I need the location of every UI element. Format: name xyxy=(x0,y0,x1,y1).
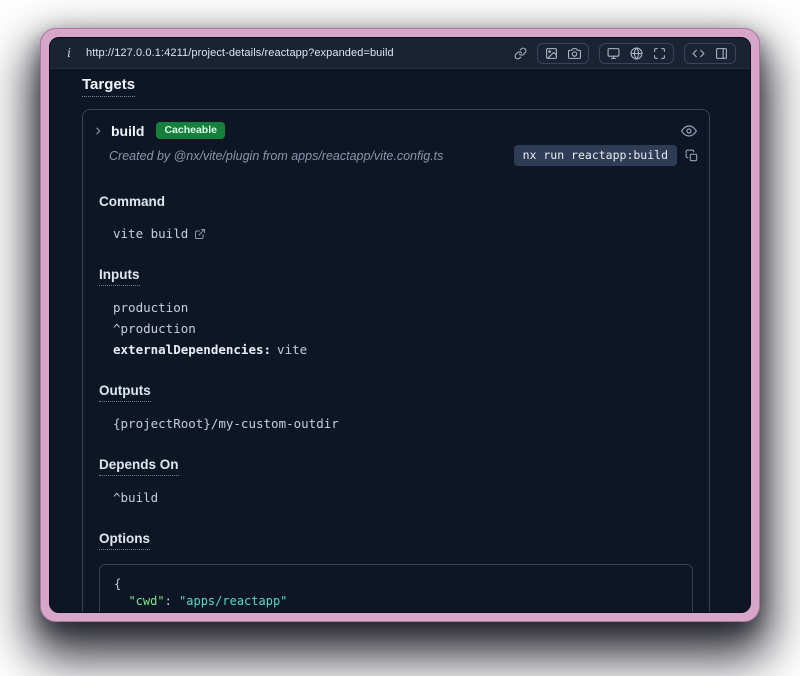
view-in-graph-button[interactable] xyxy=(681,123,697,139)
depends-on-section-heading: Depends On xyxy=(99,457,693,476)
command-heading-label: Command xyxy=(99,194,165,212)
build-card-body: Command vite build Inputs xyxy=(83,194,709,612)
open-command-link[interactable] xyxy=(194,228,206,240)
depends-on-heading-label: Depends On xyxy=(99,457,179,476)
view-group xyxy=(599,43,674,64)
targets-heading: Targets xyxy=(82,69,710,97)
code-icon[interactable] xyxy=(692,47,705,60)
app-window: i http://127.0.0.1:4211/project-details/… xyxy=(49,37,751,613)
external-link-icon xyxy=(194,228,206,240)
outputs-section-content: {projectRoot}/my-custom-outdir xyxy=(99,415,693,433)
topbar-toolbar xyxy=(514,43,736,64)
command-section-heading: Command xyxy=(99,194,693,212)
targets-heading-label: Targets xyxy=(82,76,135,97)
input-external-deps: externalDependencies: vite xyxy=(113,341,693,359)
browser-topbar: i http://127.0.0.1:4211/project-details/… xyxy=(50,38,750,69)
build-card-subheader: Created by @nx/vite/plugin from apps/rea… xyxy=(83,143,709,176)
inputs-section-content: production ^production externalDependenc… xyxy=(99,299,693,359)
input-item: production xyxy=(113,299,693,317)
build-target-card: build Cacheable Created by @nx/vite/plug… xyxy=(82,109,710,612)
code-line: "cwd": "apps/reactapp" xyxy=(114,593,678,610)
external-deps-label: externalDependencies: xyxy=(113,341,271,359)
command-section-content: vite build xyxy=(99,225,693,243)
info-icon: i xyxy=(64,46,74,60)
camera-icon[interactable] xyxy=(568,47,581,60)
target-name: build xyxy=(111,123,144,139)
code-line: } xyxy=(114,610,678,612)
window-frame: i http://127.0.0.1:4211/project-details/… xyxy=(40,28,760,622)
created-by-text: Created by @nx/vite/plugin from apps/rea… xyxy=(109,149,506,163)
cacheable-badge: Cacheable xyxy=(156,122,225,139)
command-value: vite build xyxy=(113,225,188,243)
copy-command-button[interactable] xyxy=(685,149,699,163)
screenshot-stage: i http://127.0.0.1:4211/project-details/… xyxy=(0,0,800,676)
depends-on-section-content: ^build xyxy=(99,489,693,507)
code-line: { xyxy=(114,576,678,593)
options-heading-label: Options xyxy=(99,531,150,550)
monitor-icon[interactable] xyxy=(607,47,620,60)
dev-group xyxy=(684,43,736,64)
eye-icon xyxy=(681,123,697,139)
outputs-heading-label: Outputs xyxy=(99,383,151,402)
outputs-section-heading: Outputs xyxy=(99,383,693,402)
depends-on-item: ^build xyxy=(113,489,693,507)
project-details-content: Targets build Cacheable Created by @ xyxy=(50,69,750,612)
json-string-value: "apps/reactapp" xyxy=(179,594,287,608)
run-command-chip: nx run reactapp:build xyxy=(514,145,677,166)
screenshot-icon[interactable] xyxy=(545,47,558,60)
capture-group xyxy=(537,43,589,64)
inputs-section-heading: Inputs xyxy=(99,267,693,286)
link-icon[interactable] xyxy=(514,47,527,60)
options-section-heading: Options xyxy=(99,531,693,550)
sidebar-icon[interactable] xyxy=(715,47,728,60)
copy-icon xyxy=(685,149,699,163)
chevron-right-icon[interactable] xyxy=(93,126,103,136)
build-card-header[interactable]: build Cacheable xyxy=(83,110,709,143)
url-text: http://127.0.0.1:4211/project-details/re… xyxy=(86,47,394,59)
inputs-heading-label: Inputs xyxy=(99,267,140,286)
output-item: {projectRoot}/my-custom-outdir xyxy=(113,415,693,433)
maximize-icon[interactable] xyxy=(653,47,666,60)
options-code-block: { "cwd": "apps/reactapp"} xyxy=(99,564,693,612)
json-key: "cwd" xyxy=(128,594,164,608)
command-value-line: vite build xyxy=(113,225,693,243)
external-deps-value: vite xyxy=(277,341,307,359)
input-item: ^production xyxy=(113,320,693,338)
globe-icon[interactable] xyxy=(630,47,643,60)
